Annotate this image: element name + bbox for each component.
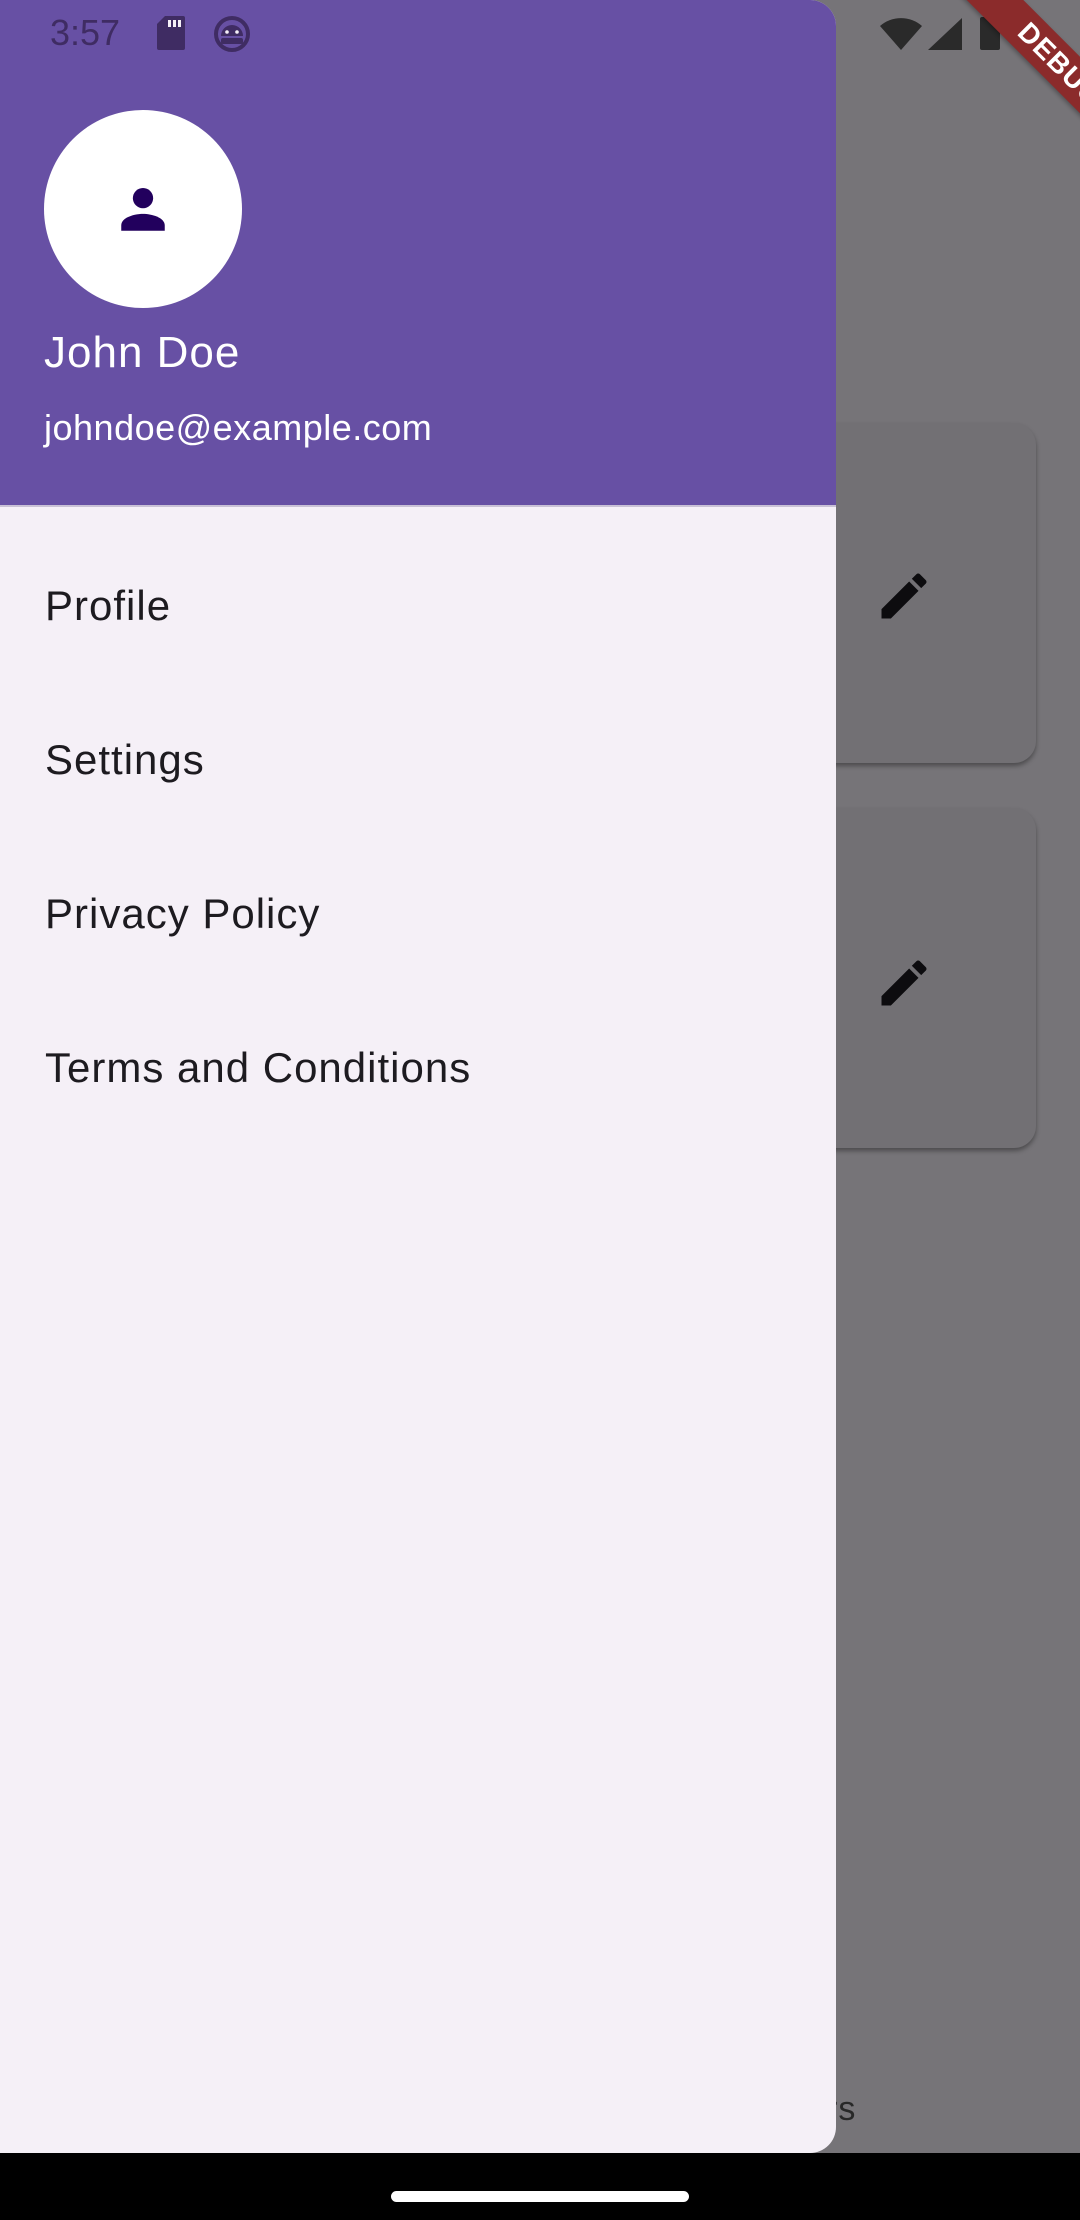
android-icon [214, 16, 250, 52]
user-name: John Doe [44, 328, 241, 377]
drawer-header: John Doe johndoe@example.com [0, 0, 836, 507]
person-icon [121, 187, 165, 231]
drawer-item-privacy-policy[interactable]: Privacy Policy [0, 837, 836, 991]
system-navigation-bar [0, 2153, 1080, 2220]
drawer-item-profile[interactable]: Profile [0, 529, 836, 683]
navigation-drawer: John Doe johndoe@example.com Profile Set… [0, 0, 836, 2153]
status-time: 3:57 [50, 12, 121, 53]
drawer-item-settings[interactable]: Settings [0, 683, 836, 837]
debug-banner: DEBUG [910, 0, 1080, 170]
sd-card-icon [157, 16, 185, 50]
debug-banner-label: DEBUG [953, 0, 1080, 170]
drawer-item-terms-and-conditions[interactable]: Terms and Conditions [0, 991, 836, 1145]
home-gesture-handle[interactable] [391, 2191, 689, 2202]
avatar[interactable] [44, 110, 242, 308]
user-email: johndoe@example.com [44, 407, 433, 448]
